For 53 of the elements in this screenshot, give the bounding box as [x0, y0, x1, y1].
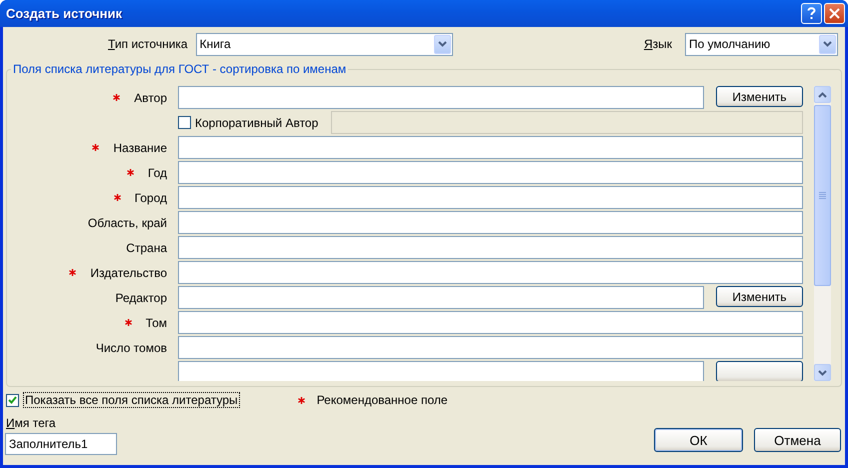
group-title: Поля списка литературы для ГОСТ - сортировка по именам — [12, 62, 348, 76]
text-field[interactable] — [178, 361, 704, 381]
field-label: Год — [148, 166, 167, 180]
chevron-up-icon — [818, 92, 827, 98]
text-field[interactable] — [178, 136, 803, 159]
tag-name-field[interactable]: Заполнитель1 — [5, 433, 117, 455]
field-label: Число томов — [96, 340, 167, 354]
grip-icon — [819, 192, 826, 199]
edit-button[interactable]: Изменить — [716, 86, 803, 107]
source-type-label: Тип источника — [108, 37, 188, 51]
text-field[interactable] — [178, 161, 803, 184]
edit-button[interactable] — [716, 361, 803, 381]
language-label: Язык — [644, 37, 672, 51]
chevron-down-icon — [438, 41, 447, 47]
dialog-button[interactable]: ОК — [654, 428, 743, 452]
question-mark-icon — [807, 7, 816, 20]
asterisk-icon — [298, 396, 305, 404]
text-field[interactable] — [178, 286, 704, 309]
chevron-down-icon — [823, 41, 832, 47]
field-label: Страна — [126, 240, 167, 254]
text-field[interactable] — [178, 336, 803, 359]
scroll-down-button[interactable] — [814, 364, 831, 381]
legend-label: Рекомендованное поле — [316, 393, 448, 407]
checkbox[interactable] — [6, 394, 19, 406]
text-field[interactable] — [178, 261, 803, 284]
close-button[interactable] — [824, 3, 845, 24]
field-label: Издательство — [90, 266, 167, 280]
text-field[interactable] — [178, 236, 803, 259]
text-field[interactable] — [178, 86, 704, 109]
source-type-dropdown[interactable]: Книга — [196, 32, 453, 56]
edit-button[interactable]: Изменить — [716, 286, 803, 307]
field-label: Том — [146, 316, 167, 330]
field-label: Автор — [134, 90, 167, 104]
field-label: Город — [134, 190, 167, 204]
checkbox[interactable] — [178, 116, 191, 129]
window-title: Создать источник — [6, 6, 122, 21]
scroll-up-button[interactable] — [814, 86, 831, 103]
close-icon — [829, 8, 840, 19]
chevron-down-icon — [818, 370, 827, 376]
text-field[interactable] — [178, 186, 803, 209]
tag-name-label: Имя тега — [6, 416, 57, 430]
language-dropdown[interactable]: По умолчанию — [685, 32, 838, 56]
scroll-thumb[interactable] — [814, 105, 831, 286]
field-label: Редактор — [115, 290, 167, 304]
dialog-button[interactable]: Отмена — [754, 428, 841, 452]
field-label: Название — [113, 140, 167, 154]
field-label: Область, край — [88, 216, 167, 230]
text-field[interactable] — [178, 311, 803, 334]
help-button[interactable] — [801, 3, 822, 24]
text-field[interactable] — [178, 211, 803, 234]
checkbox-label: Корпоративный Автор — [195, 116, 318, 130]
check-icon — [8, 396, 17, 404]
checkbox-label: Показать все поля списка литературы — [23, 392, 240, 408]
